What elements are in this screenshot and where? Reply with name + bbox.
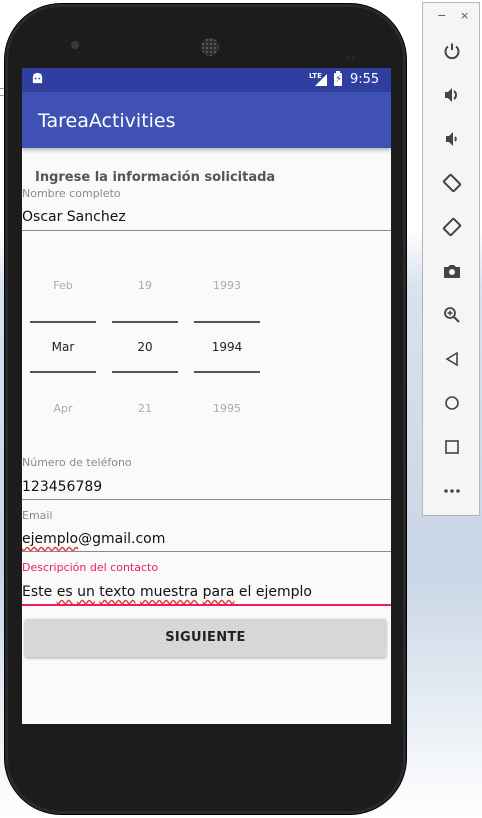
month-selected[interactable]: Mar [30,340,96,354]
close-button[interactable]: × [460,9,469,22]
description-word-misspelled: un [77,584,95,600]
description-label: Descripción del contacto [22,561,159,574]
month-prev[interactable]: Feb [30,279,96,292]
front-camera [71,41,79,49]
email-misspelled: ejemplo [22,531,79,547]
email-label: Email [22,509,53,522]
power-icon[interactable] [440,39,464,63]
phone-field-underline [22,499,391,500]
rotate-right-icon[interactable] [440,215,464,239]
zoom-icon[interactable] [440,303,464,327]
description-word-misspelled: para [202,584,235,600]
year-separator-top [194,321,260,323]
phone-field[interactable]: 123456789 [22,479,102,495]
year-next[interactable]: 1995 [194,402,260,415]
proximity-sensor [346,44,358,59]
name-label: Nombre completo [22,187,121,200]
description-field-underline [22,604,391,606]
emulator-tool-panel: − × [422,2,480,516]
year-prev[interactable]: 1993 [194,279,260,292]
more-icon[interactable] [440,479,464,503]
description-field[interactable]: Este es un texto muestra para el ejemplo [22,584,312,600]
day-selected[interactable]: 20 [112,340,178,354]
year-selected[interactable]: 1994 [194,340,260,354]
volume-up-icon[interactable] [440,83,464,107]
volume-down-icon[interactable] [440,127,464,151]
name-field-underline [22,230,391,231]
day-prev[interactable]: 19 [112,279,178,292]
camera-icon[interactable] [440,259,464,283]
signal-icon [315,74,327,86]
description-word: Este [22,584,53,600]
description-word-misspelled: muestra [139,584,199,600]
earpiece-speaker [201,38,219,56]
android-notification-icon [32,72,43,84]
overview-icon[interactable] [440,435,464,459]
minimize-button[interactable]: − [437,9,446,22]
rotate-left-icon[interactable] [440,171,464,195]
device-screen[interactable]: LTE ⚡ 9:55 TareaActivities Ingrese la in… [22,68,391,724]
email-domain: @gmail.com [78,531,166,547]
day-separator-bottom [112,371,178,373]
home-icon[interactable] [440,391,464,415]
next-button[interactable]: SIGUIENTE [25,619,386,657]
back-icon[interactable] [440,347,464,371]
name-field[interactable]: Oscar Sanchez [22,209,126,225]
year-separator-bottom [194,371,260,373]
email-field[interactable]: ejemplo@gmail.com [22,531,165,547]
month-separator-bottom [30,371,96,373]
description-word: el [238,584,252,600]
email-field-underline [22,551,391,552]
day-next[interactable]: 21 [112,402,178,415]
status-bar: LTE ⚡ 9:55 [22,68,391,92]
app-title: TareaActivities [38,110,176,132]
form-instruction: Ingrese la información solicitada [35,170,276,185]
phone-label: Número de teléfono [22,456,132,469]
description-word-misspelled: texto [99,584,136,600]
day-separator-top [112,321,178,323]
description-word: ejemplo [255,584,312,600]
month-next[interactable]: Apr [30,402,96,415]
clock: 9:55 [350,72,380,87]
app-bar: TareaActivities [22,92,391,148]
description-word-misspelled: es [56,584,73,600]
month-separator-top [30,321,96,323]
battery-icon: ⚡ [334,71,343,86]
